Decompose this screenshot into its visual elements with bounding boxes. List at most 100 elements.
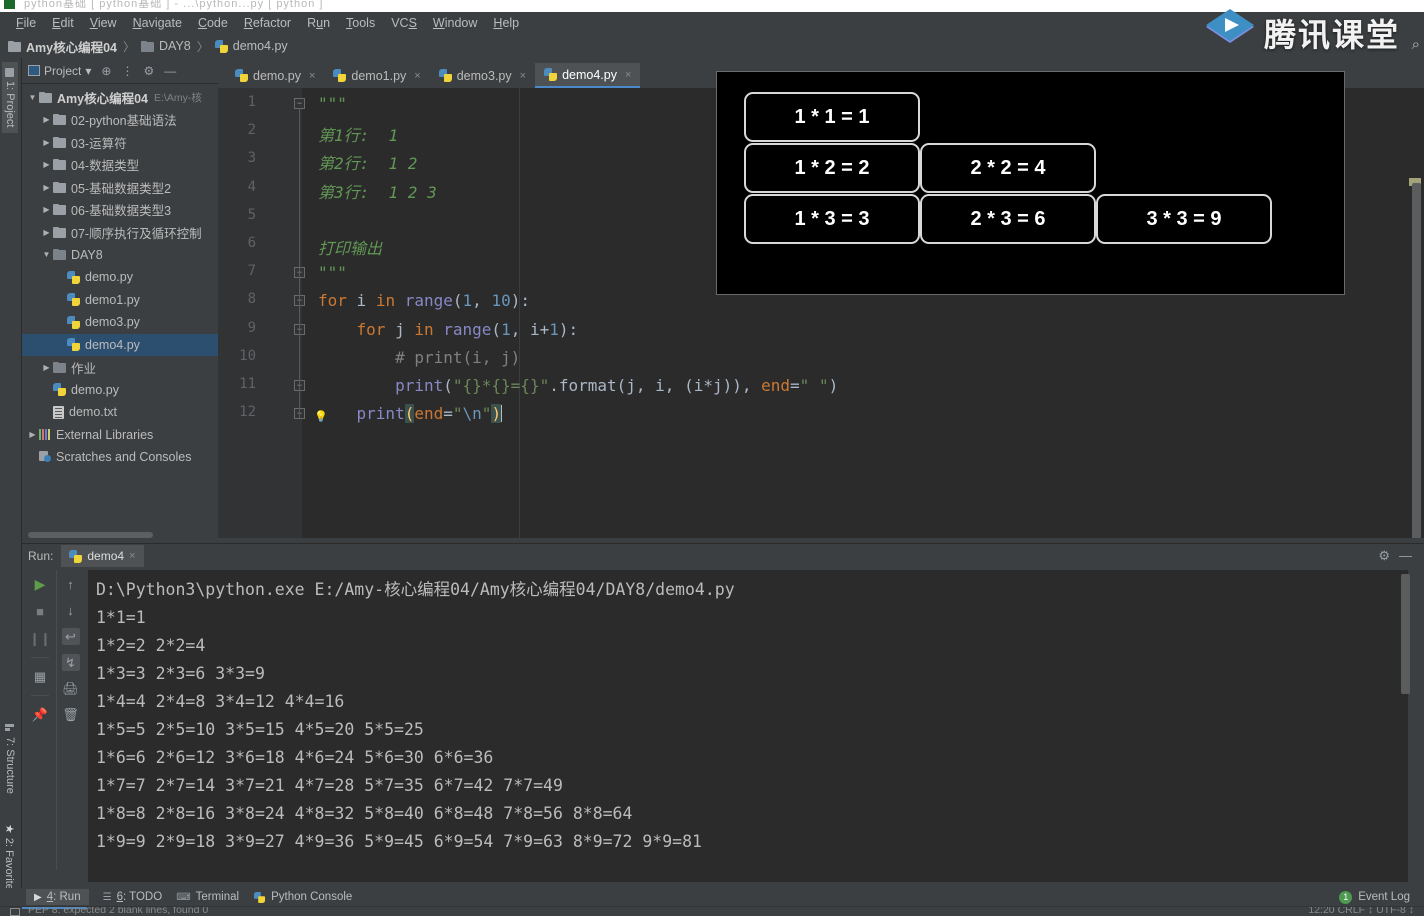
editor-vertical-scrollbar[interactable] [1412, 183, 1421, 538]
menu-item-code[interactable]: Code [190, 14, 236, 32]
tree-item-label: Amy核心编程04 [57, 91, 148, 106]
tree-item-demopy-13[interactable]: demo.py [22, 379, 218, 402]
code-line-11: print("{}*{}={}".format(j, i, (i*j)), en… [395, 376, 839, 395]
menu-item-window[interactable]: Window [425, 14, 485, 32]
project-panel-title[interactable]: Project ▾ [28, 64, 91, 78]
menu-item-run[interactable]: Run [299, 14, 338, 32]
chevron-right-icon[interactable]: ▶ [40, 115, 53, 124]
tree-item-label: demo4.py [85, 337, 140, 352]
tree-item-03-2[interactable]: ▶ 03-运算符 [22, 131, 218, 154]
chevron-right-icon[interactable]: ▶ [40, 160, 53, 169]
pause-icon[interactable]: ❙❙ [29, 630, 51, 647]
up-arrow-icon[interactable]: ↑ [62, 576, 80, 593]
pin-icon[interactable]: 📌 [31, 706, 49, 723]
gear-icon[interactable]: ⚙ [1378, 548, 1390, 564]
menu-item-view[interactable]: View [82, 14, 125, 32]
breadcrumb-separator-2: 〉 [196, 39, 209, 54]
run-icon[interactable]: ▶ [31, 576, 49, 593]
bottom-tab-pythonconsole[interactable]: Python Console [253, 891, 352, 904]
trash-icon[interactable]: 🗑 [62, 706, 80, 723]
menu-item-file[interactable]: File [8, 14, 44, 32]
chevron-right-icon[interactable]: ▶ [40, 138, 53, 147]
close-icon[interactable]: × [414, 70, 420, 82]
editor-tab-label: demo3.py [456, 68, 512, 83]
python-file-icon [214, 39, 228, 53]
chevron-right-icon[interactable]: ▶ [40, 183, 53, 192]
search-icon[interactable]: ⌕ [1412, 36, 1420, 53]
close-icon[interactable]: × [129, 550, 135, 562]
tree-item-label: Scratches and Consoles [56, 450, 192, 465]
tree-item-063-5[interactable]: ▶ 06-基础数据类型3 [22, 199, 218, 222]
tree-item-demo3py-10[interactable]: demo3.py [22, 311, 218, 334]
chevron-right-icon[interactable]: ▶ [26, 430, 39, 439]
stop-icon[interactable]: ■ [31, 603, 49, 620]
menu-item-tools[interactable]: Tools [338, 14, 383, 32]
todo-list-icon: ☰ [102, 891, 112, 903]
sidebar-tab-structure-label: 7: Structure [4, 737, 16, 794]
menu-item-vcs[interactable]: VCS [383, 14, 425, 32]
line-number: 1 [247, 94, 256, 110]
tree-item-day8-7[interactable]: ▼ DAY8 [22, 244, 218, 267]
console-scrollbar[interactable] [1401, 574, 1410, 694]
breadcrumb-folder[interactable]: DAY8 [141, 39, 191, 53]
editor-tab-demo3py[interactable]: demo3.py × [429, 63, 536, 88]
breadcrumb-file[interactable]: demo4.py [214, 39, 288, 53]
tree-item-scratchesandconsoles-16[interactable]: Scratches and Consoles [22, 446, 218, 469]
chevron-down-icon[interactable]: ▼ [40, 250, 53, 259]
bottom-tab-terminal[interactable]: ⌨ Terminal [176, 891, 239, 903]
tree-item-amy04-0[interactable]: ▼ Amy核心编程04 E:\Amy-核 [22, 86, 218, 109]
settings-gear-icon[interactable]: ⚙ [143, 64, 154, 78]
bottom-tab-4run[interactable]: ▶ 4: Run [26, 889, 89, 905]
chevron-right-icon[interactable]: ▶ [40, 205, 53, 214]
event-log-area[interactable]: 1 Event Log [1339, 890, 1410, 904]
tree-item-path: E:\Amy-核 [154, 91, 202, 104]
python-file-icon [544, 68, 558, 81]
tree-item--12[interactable]: ▶ 作业 [22, 356, 218, 379]
tree-item-02python-1[interactable]: ▶ 02-python基础语法 [22, 109, 218, 132]
chevron-down-icon[interactable]: ▼ [26, 93, 39, 102]
editor-tab-demo4py[interactable]: demo4.py × [535, 63, 641, 88]
editor-horizontal-scrollbar[interactable] [28, 532, 153, 538]
star-icon: ★ [3, 824, 15, 834]
tree-item-04-3[interactable]: ▶ 04-数据类型 [22, 154, 218, 177]
tree-item-externallibraries-15[interactable]: ▶ External Libraries [22, 424, 218, 447]
sidebar-tab-structure[interactable]: 7: Structure [2, 718, 18, 800]
down-arrow-icon[interactable]: ↓ [62, 602, 80, 619]
minimize-icon[interactable]: — [1399, 548, 1412, 563]
run-console-output[interactable]: D:\Python3\python.exe E:/Amy-核心编程04/Amy核… [88, 570, 1408, 882]
breadcrumb-project[interactable]: Amy核心编程04 [8, 37, 117, 56]
tree-item-demotxt-14[interactable]: demo.txt [22, 401, 218, 424]
chevron-right-icon[interactable]: ▶ [40, 363, 53, 372]
collapse-all-icon[interactable]: ⋮ [121, 64, 133, 78]
chevron-down-icon[interactable]: ▾ [85, 64, 91, 78]
editor-tab-demopy[interactable]: demo.py × [226, 63, 325, 88]
tree-item-demo4py-11[interactable]: demo4.py [22, 333, 218, 356]
run-tab-demo4[interactable]: demo4 × [61, 545, 144, 567]
minimize-icon[interactable]: — [164, 64, 176, 78]
tree-item-demo1py-9[interactable]: demo1.py [22, 289, 218, 312]
tree-item-052-4[interactable]: ▶ 05-基础数据类型2 [22, 176, 218, 199]
python-file-icon [333, 69, 347, 82]
bottom-tab-6todo[interactable]: ☰ 6: TODO [103, 891, 163, 903]
line-number: 11 [239, 376, 256, 392]
menu-item-help[interactable]: Help [485, 14, 527, 32]
tencent-classroom-watermark: 腾讯课堂 [1204, 8, 1400, 58]
locate-icon[interactable]: ⊕ [101, 64, 111, 78]
tree-item-07-6[interactable]: ▶ 07-顺序执行及循环控制 [22, 221, 218, 244]
scroll-to-end-icon[interactable]: ↯ [61, 654, 80, 671]
tree-item-demopy-8[interactable]: demo.py [22, 266, 218, 289]
menu-item-refactor[interactable]: Refactor [236, 14, 299, 32]
layout-icon[interactable]: ▦ [31, 668, 49, 685]
window-icon [4, 0, 15, 9]
sidebar-tab-project[interactable]: 1: Project [2, 62, 18, 134]
editor-tab-demo1py[interactable]: demo1.py × [324, 63, 430, 88]
editor-tab-label: demo1.py [351, 68, 407, 83]
soft-wrap-icon[interactable]: ↩ [61, 628, 80, 645]
print-icon[interactable]: 🖨 [62, 680, 80, 697]
close-icon[interactable]: × [625, 69, 631, 81]
close-icon[interactable]: × [309, 70, 315, 82]
menu-item-navigate[interactable]: Navigate [125, 14, 190, 32]
chevron-right-icon[interactable]: ▶ [40, 228, 53, 237]
close-icon[interactable]: × [520, 70, 526, 82]
menu-item-edit[interactable]: Edit [44, 14, 82, 32]
